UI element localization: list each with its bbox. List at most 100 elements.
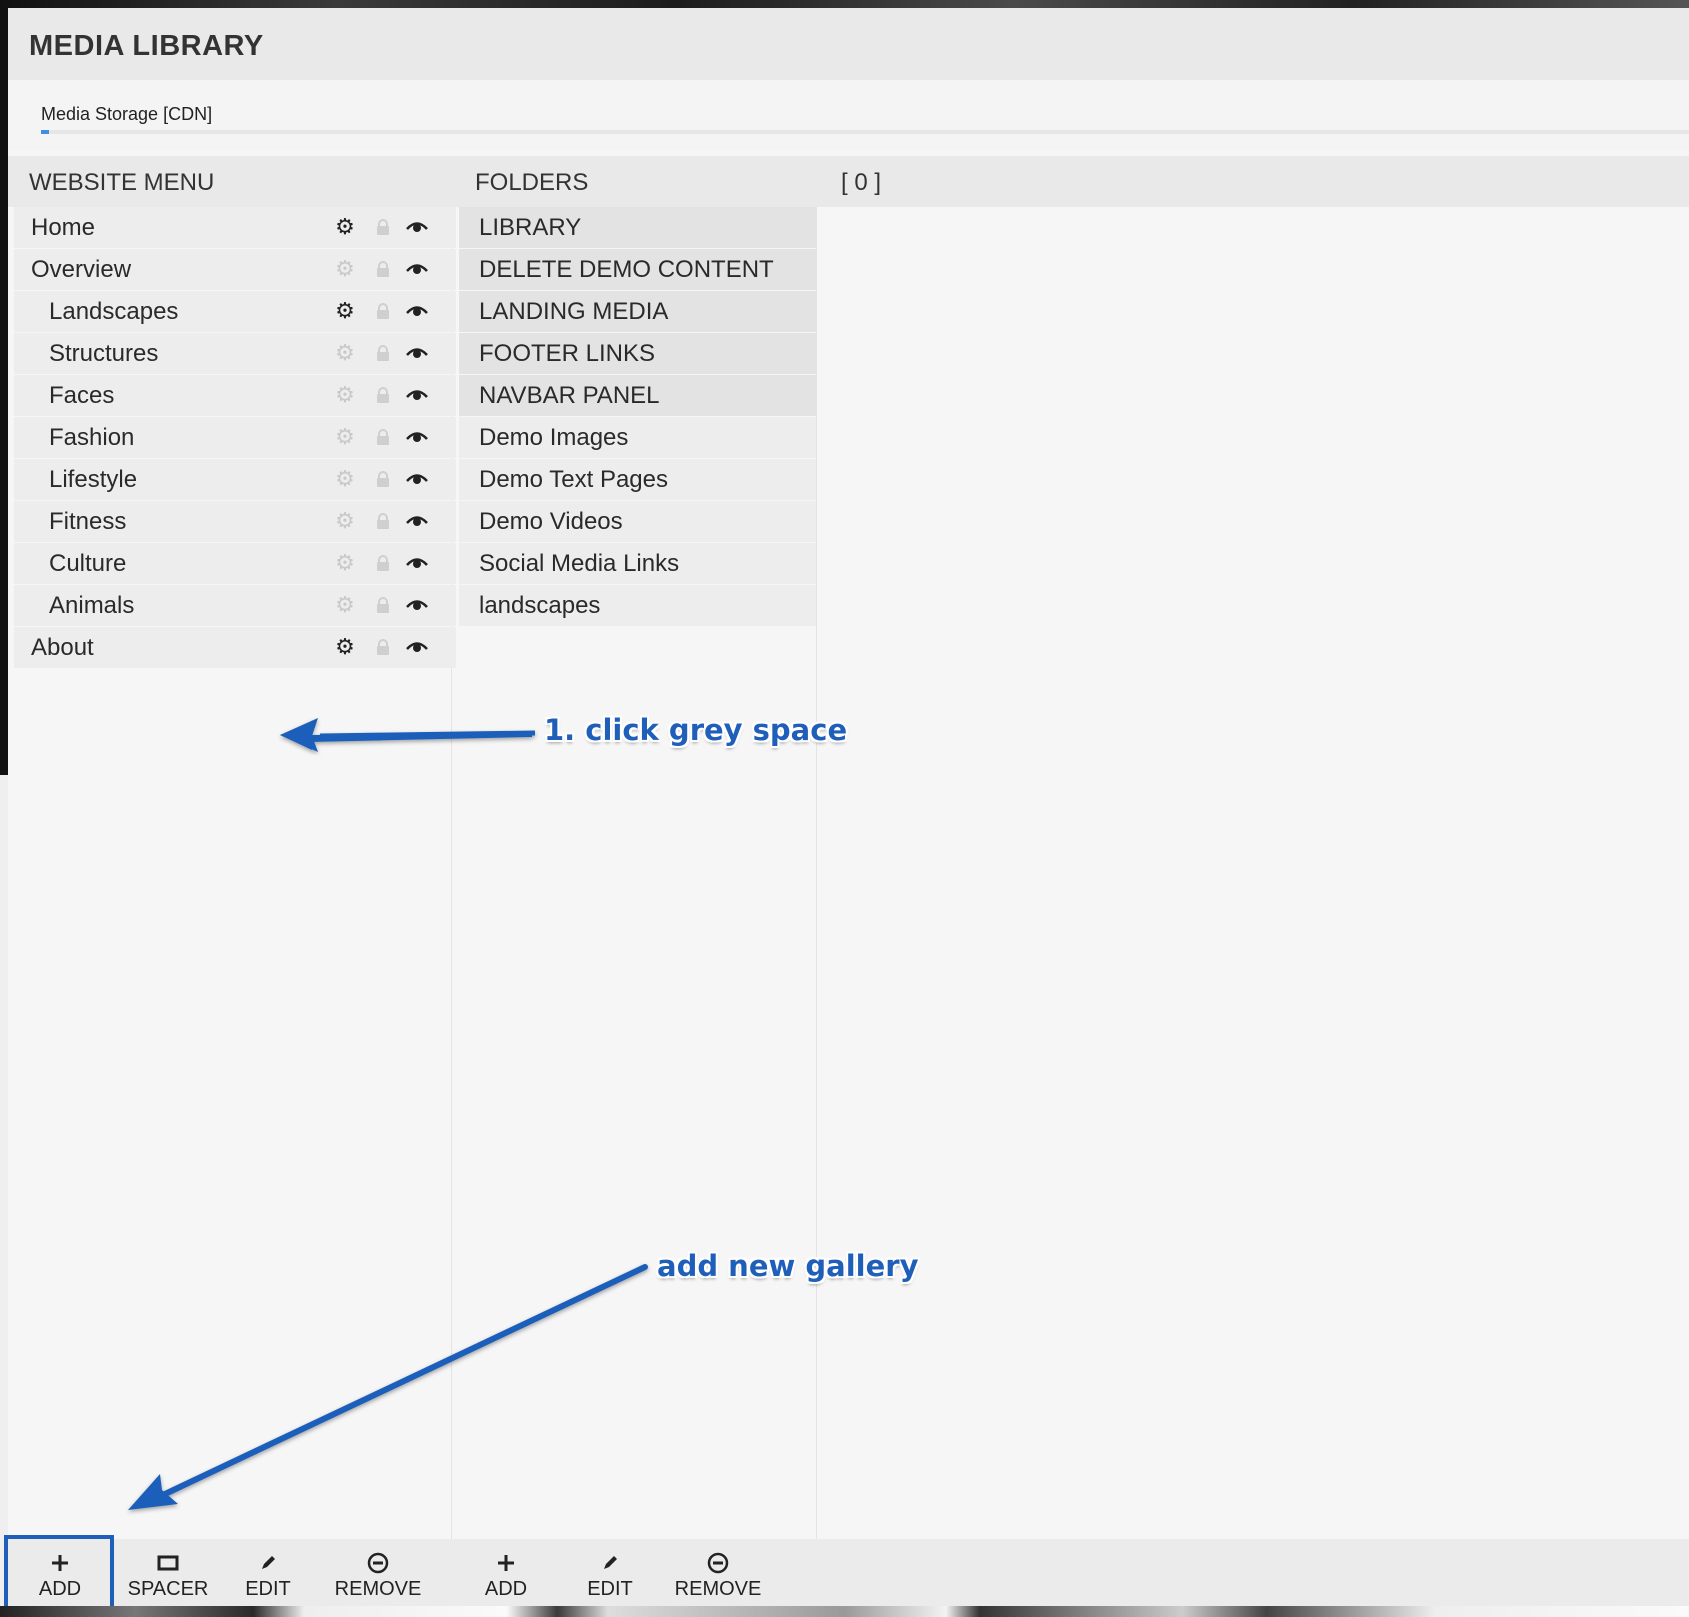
folder-item[interactable]: LIBRARY (459, 207, 816, 248)
menu-item-actions: ⚙ (334, 258, 444, 282)
eye-icon[interactable] (406, 552, 428, 574)
menu-item-actions: ⚙ (334, 636, 444, 660)
lock-icon[interactable] (372, 552, 394, 574)
menu-item-label: Faces (49, 382, 115, 409)
gear-icon[interactable]: ⚙ (334, 594, 356, 616)
lock-icon[interactable] (372, 384, 394, 406)
menu-remove-button[interactable]: REMOVE (318, 1539, 438, 1606)
menu-item-label: Lifestyle (49, 466, 138, 493)
lock-icon[interactable] (372, 426, 394, 448)
menu-remove-label: REMOVE (334, 1578, 422, 1600)
menu-item-label: Fashion (49, 424, 135, 451)
menu-item[interactable]: Structures ⚙ (14, 333, 456, 374)
website-menu-header: WEBSITE MENU (8, 156, 451, 207)
menu-item-actions: ⚙ (334, 300, 444, 324)
lock-icon[interactable] (372, 594, 394, 616)
add-button-highlight (4, 1535, 114, 1610)
folder-item-label: landscapes (479, 592, 601, 619)
pencil-icon (256, 1552, 280, 1574)
folders-header: FOLDERS (451, 156, 816, 207)
folder-item[interactable]: DELETE DEMO CONTENT (459, 249, 816, 290)
menu-item[interactable]: Animals ⚙ (14, 585, 456, 626)
folder-edit-button[interactable]: EDIT (565, 1539, 655, 1606)
folder-item[interactable]: Social Media Links (459, 543, 816, 584)
lock-icon[interactable] (372, 510, 394, 532)
eye-icon[interactable] (406, 300, 428, 322)
folder-item[interactable]: LANDING MEDIA (459, 291, 816, 332)
folder-item[interactable]: Demo Images (459, 417, 816, 458)
gear-icon[interactable]: ⚙ (334, 384, 356, 406)
menu-item[interactable]: Overview ⚙ (14, 249, 456, 290)
eye-icon[interactable] (406, 216, 428, 238)
menu-item[interactable]: Culture ⚙ (14, 543, 456, 584)
gear-icon[interactable]: ⚙ (334, 552, 356, 574)
folder-add-label: ADD (484, 1578, 528, 1600)
column-divider (816, 207, 817, 1547)
gear-icon[interactable]: ⚙ (334, 510, 356, 532)
menu-item-label: Overview (31, 256, 132, 283)
plus-icon (494, 1552, 518, 1574)
folder-item-label: Social Media Links (479, 550, 680, 577)
menu-item-actions: ⚙ (334, 216, 444, 240)
pencil-icon (598, 1552, 622, 1574)
menu-item[interactable]: Lifestyle ⚙ (14, 459, 456, 500)
folder-item[interactable]: Demo Text Pages (459, 459, 816, 500)
eye-icon[interactable] (406, 342, 428, 364)
gear-icon[interactable]: ⚙ (334, 300, 356, 322)
eye-icon[interactable] (406, 426, 428, 448)
menu-item-actions: ⚙ (334, 468, 444, 492)
folder-item-label: NAVBAR PANEL (479, 382, 660, 409)
menu-item[interactable]: About ⚙ (14, 627, 456, 668)
menu-item-label: Fitness (49, 508, 127, 535)
lock-icon[interactable] (372, 258, 394, 280)
eye-icon[interactable] (406, 468, 428, 490)
page-title: MEDIA LIBRARY (29, 30, 264, 62)
gear-icon[interactable]: ⚙ (334, 468, 356, 490)
menu-item[interactable]: Home ⚙ (14, 207, 456, 248)
lock-icon[interactable] (372, 342, 394, 364)
content-header: [ 0 ] (816, 156, 1689, 207)
lock-icon[interactable] (372, 216, 394, 238)
gear-icon[interactable]: ⚙ (334, 258, 356, 280)
menu-edit-button[interactable]: EDIT (223, 1539, 313, 1606)
menu-item-actions: ⚙ (334, 426, 444, 450)
folder-remove-button[interactable]: REMOVE (658, 1539, 778, 1606)
menu-item-actions: ⚙ (334, 384, 444, 408)
gear-icon[interactable]: ⚙ (334, 426, 356, 448)
folder-item[interactable]: NAVBAR PANEL (459, 375, 816, 416)
storage-tabbar: Media Storage [CDN] (8, 80, 1689, 150)
eye-icon[interactable] (406, 510, 428, 532)
media-library-panel: MEDIA LIBRARY Media Storage [CDN] WEBSIT… (8, 8, 1689, 1606)
gear-icon[interactable]: ⚙ (334, 342, 356, 364)
folder-list[interactable]: LIBRARY DELETE DEMO CONTENT LANDING MEDIA F… (459, 207, 816, 627)
menu-edit-label: EDIT (245, 1578, 291, 1600)
folder-item-label: Demo Text Pages (479, 466, 668, 493)
menu-spacer-button[interactable]: SPACER (118, 1539, 218, 1606)
gear-icon[interactable]: ⚙ (334, 216, 356, 238)
eye-icon[interactable] (406, 258, 428, 280)
folder-add-button[interactable]: ADD (456, 1539, 556, 1606)
menu-item[interactable]: Landscapes ⚙ (14, 291, 456, 332)
folder-item[interactable]: landscapes (459, 585, 816, 626)
eye-icon[interactable] (406, 636, 428, 658)
folder-item[interactable]: Demo Videos (459, 501, 816, 542)
menu-item[interactable]: Faces ⚙ (14, 375, 456, 416)
background-photo-bottom (0, 1606, 1689, 1617)
tab-media-storage[interactable]: Media Storage [CDN] (41, 104, 212, 125)
gear-icon[interactable]: ⚙ (334, 636, 356, 658)
menu-item[interactable]: Fashion ⚙ (14, 417, 456, 458)
eye-icon[interactable] (406, 594, 428, 616)
lock-icon[interactable] (372, 636, 394, 658)
menu-item-label: Landscapes (49, 298, 179, 325)
lock-icon[interactable] (372, 468, 394, 490)
menu-item-label: Structures (49, 340, 159, 367)
website-menu-list[interactable]: Home ⚙ Overview ⚙ Landscapes ⚙ Structures ⚙ Face… (14, 207, 456, 669)
folder-item[interactable]: FOOTER LINKS (459, 333, 816, 374)
folder-edit-label: EDIT (587, 1578, 633, 1600)
folder-item-label: LIBRARY (479, 214, 582, 241)
menu-item[interactable]: Fitness ⚙ (14, 501, 456, 542)
content-count: [ 0 ] (841, 169, 882, 196)
lock-icon[interactable] (372, 300, 394, 322)
background-photo-left-lower (0, 775, 8, 1606)
eye-icon[interactable] (406, 384, 428, 406)
